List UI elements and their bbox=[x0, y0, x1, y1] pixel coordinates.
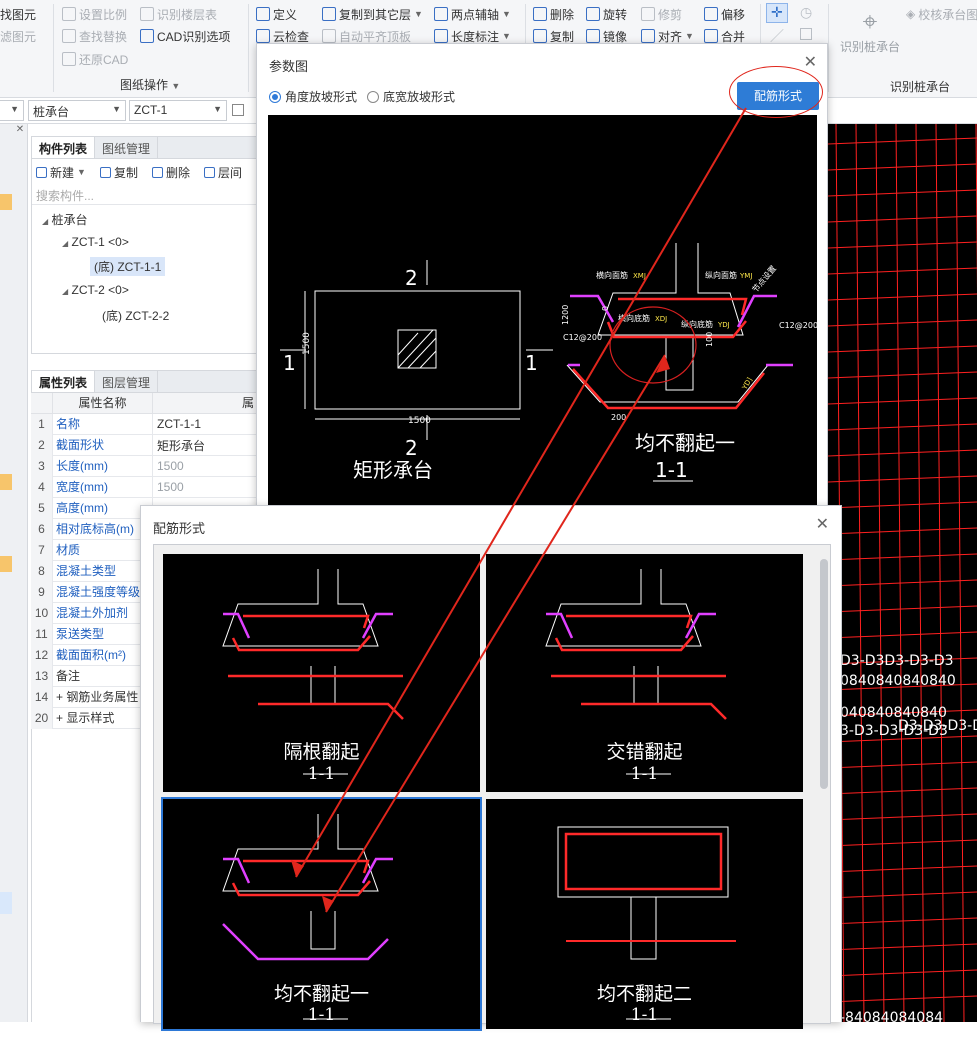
annotation-arrow-line bbox=[325, 354, 666, 913]
arrow-head-icon bbox=[291, 860, 304, 877]
annotation-arrow-line bbox=[295, 107, 747, 878]
annotation-overlay bbox=[291, 107, 747, 913]
